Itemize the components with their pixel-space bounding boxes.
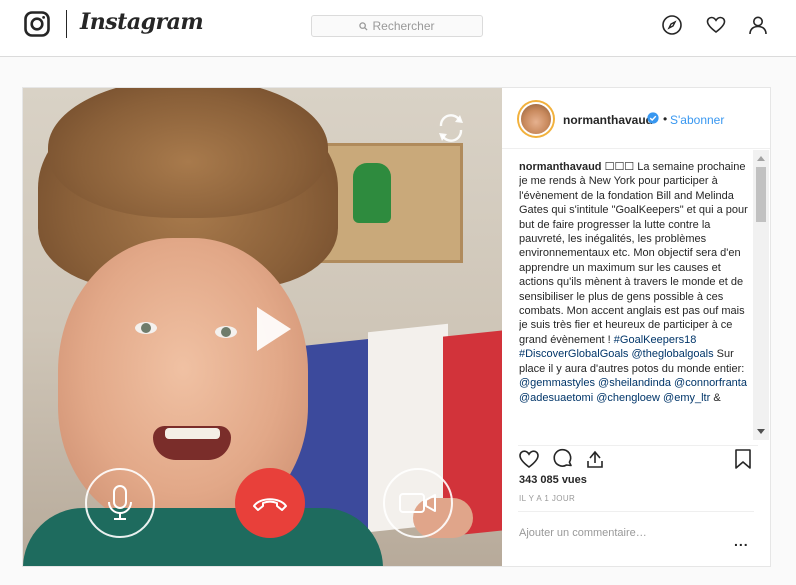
post-video[interactable] — [23, 88, 502, 566]
caption-scrollbar[interactable] — [753, 150, 769, 440]
avatar-image — [519, 102, 553, 136]
caption-scroll-area[interactable]: normanthavaud ☐☐☐ La semaine prochaine j… — [519, 150, 769, 440]
view-count[interactable]: 343 085 vues — [519, 474, 587, 486]
bookmark-icon[interactable] — [732, 448, 754, 470]
mention-link[interactable]: @gemmastyles — [519, 377, 595, 389]
hashtag-link[interactable]: #GoalKeepers18 — [614, 334, 697, 346]
top-nav: Instagram Rechercher — [0, 0, 796, 57]
header-divider — [66, 10, 67, 38]
scroll-up-arrow-icon[interactable] — [757, 156, 765, 161]
comment-box: ... — [518, 511, 754, 566]
caption-trailing: & — [713, 391, 721, 404]
follow-button[interactable]: S'abonner — [670, 113, 724, 127]
microphone-icon — [108, 485, 132, 520]
post-caption: normanthavaud ☐☐☐ La semaine prochaine j… — [519, 150, 751, 405]
share-icon[interactable] — [584, 448, 606, 470]
more-options-button[interactable]: ... — [734, 534, 749, 548]
video-teeth — [165, 428, 220, 439]
play-icon[interactable] — [241, 301, 297, 357]
instagram-glyph-icon[interactable] — [24, 11, 50, 37]
post-actions — [518, 445, 758, 471]
post-author-header: normanthavaud • S'abonner — [502, 88, 770, 149]
separator-dot: • — [663, 112, 668, 126]
comment-input[interactable] — [519, 527, 719, 539]
profile-icon[interactable] — [747, 14, 769, 36]
author-username[interactable]: normanthavaud — [563, 113, 653, 127]
caption-text: La semaine prochaine je me rends à New Y… — [519, 161, 748, 346]
search-icon — [359, 21, 369, 31]
video-figurine — [353, 163, 391, 223]
video-hair-top — [48, 88, 328, 218]
scrollbar-thumb[interactable] — [756, 167, 766, 222]
mention-link[interactable]: @chengloew — [596, 392, 660, 404]
caption-username[interactable]: normanthavaud — [519, 161, 602, 173]
caption-emoji: ☐☐☐ — [604, 161, 635, 173]
avatar[interactable] — [517, 100, 555, 138]
compass-icon[interactable] — [661, 14, 683, 36]
like-icon[interactable] — [518, 448, 540, 470]
search-box[interactable]: Rechercher — [311, 15, 483, 37]
mention-link[interactable]: @adesuaetomi — [519, 392, 593, 404]
instagram-wordmark[interactable]: Instagram — [80, 9, 204, 35]
hang-up-button[interactable] — [235, 468, 305, 538]
verified-badge-icon — [647, 112, 659, 124]
video-eye-right — [215, 326, 237, 338]
comment-icon[interactable] — [552, 448, 574, 470]
scroll-down-arrow-icon[interactable] — [757, 429, 765, 434]
reload-icon[interactable] — [433, 110, 469, 146]
heart-icon[interactable] — [705, 14, 727, 36]
video-camera-icon — [399, 493, 436, 513]
post-card: normanthavaud • S'abonner normanthavaud … — [22, 87, 771, 567]
video-eye-left — [135, 322, 157, 334]
mention-link[interactable]: @connorfranta — [674, 377, 747, 389]
microphone-button[interactable] — [85, 468, 155, 538]
post-side-panel: normanthavaud • S'abonner normanthavaud … — [502, 88, 770, 566]
hashtag-link[interactable]: #DiscoverGlobalGoals @theglobalgoals — [519, 348, 714, 360]
video-shirt — [23, 508, 383, 566]
post-timestamp[interactable]: IL Y A 1 JOUR — [519, 494, 575, 503]
mention-link[interactable]: @emy_ltr — [663, 392, 710, 404]
hang-up-icon — [253, 498, 287, 511]
video-camera-button[interactable] — [383, 468, 453, 538]
search-placeholder: Rechercher — [372, 19, 435, 33]
mention-link[interactable]: @sheilandinda — [598, 377, 671, 389]
